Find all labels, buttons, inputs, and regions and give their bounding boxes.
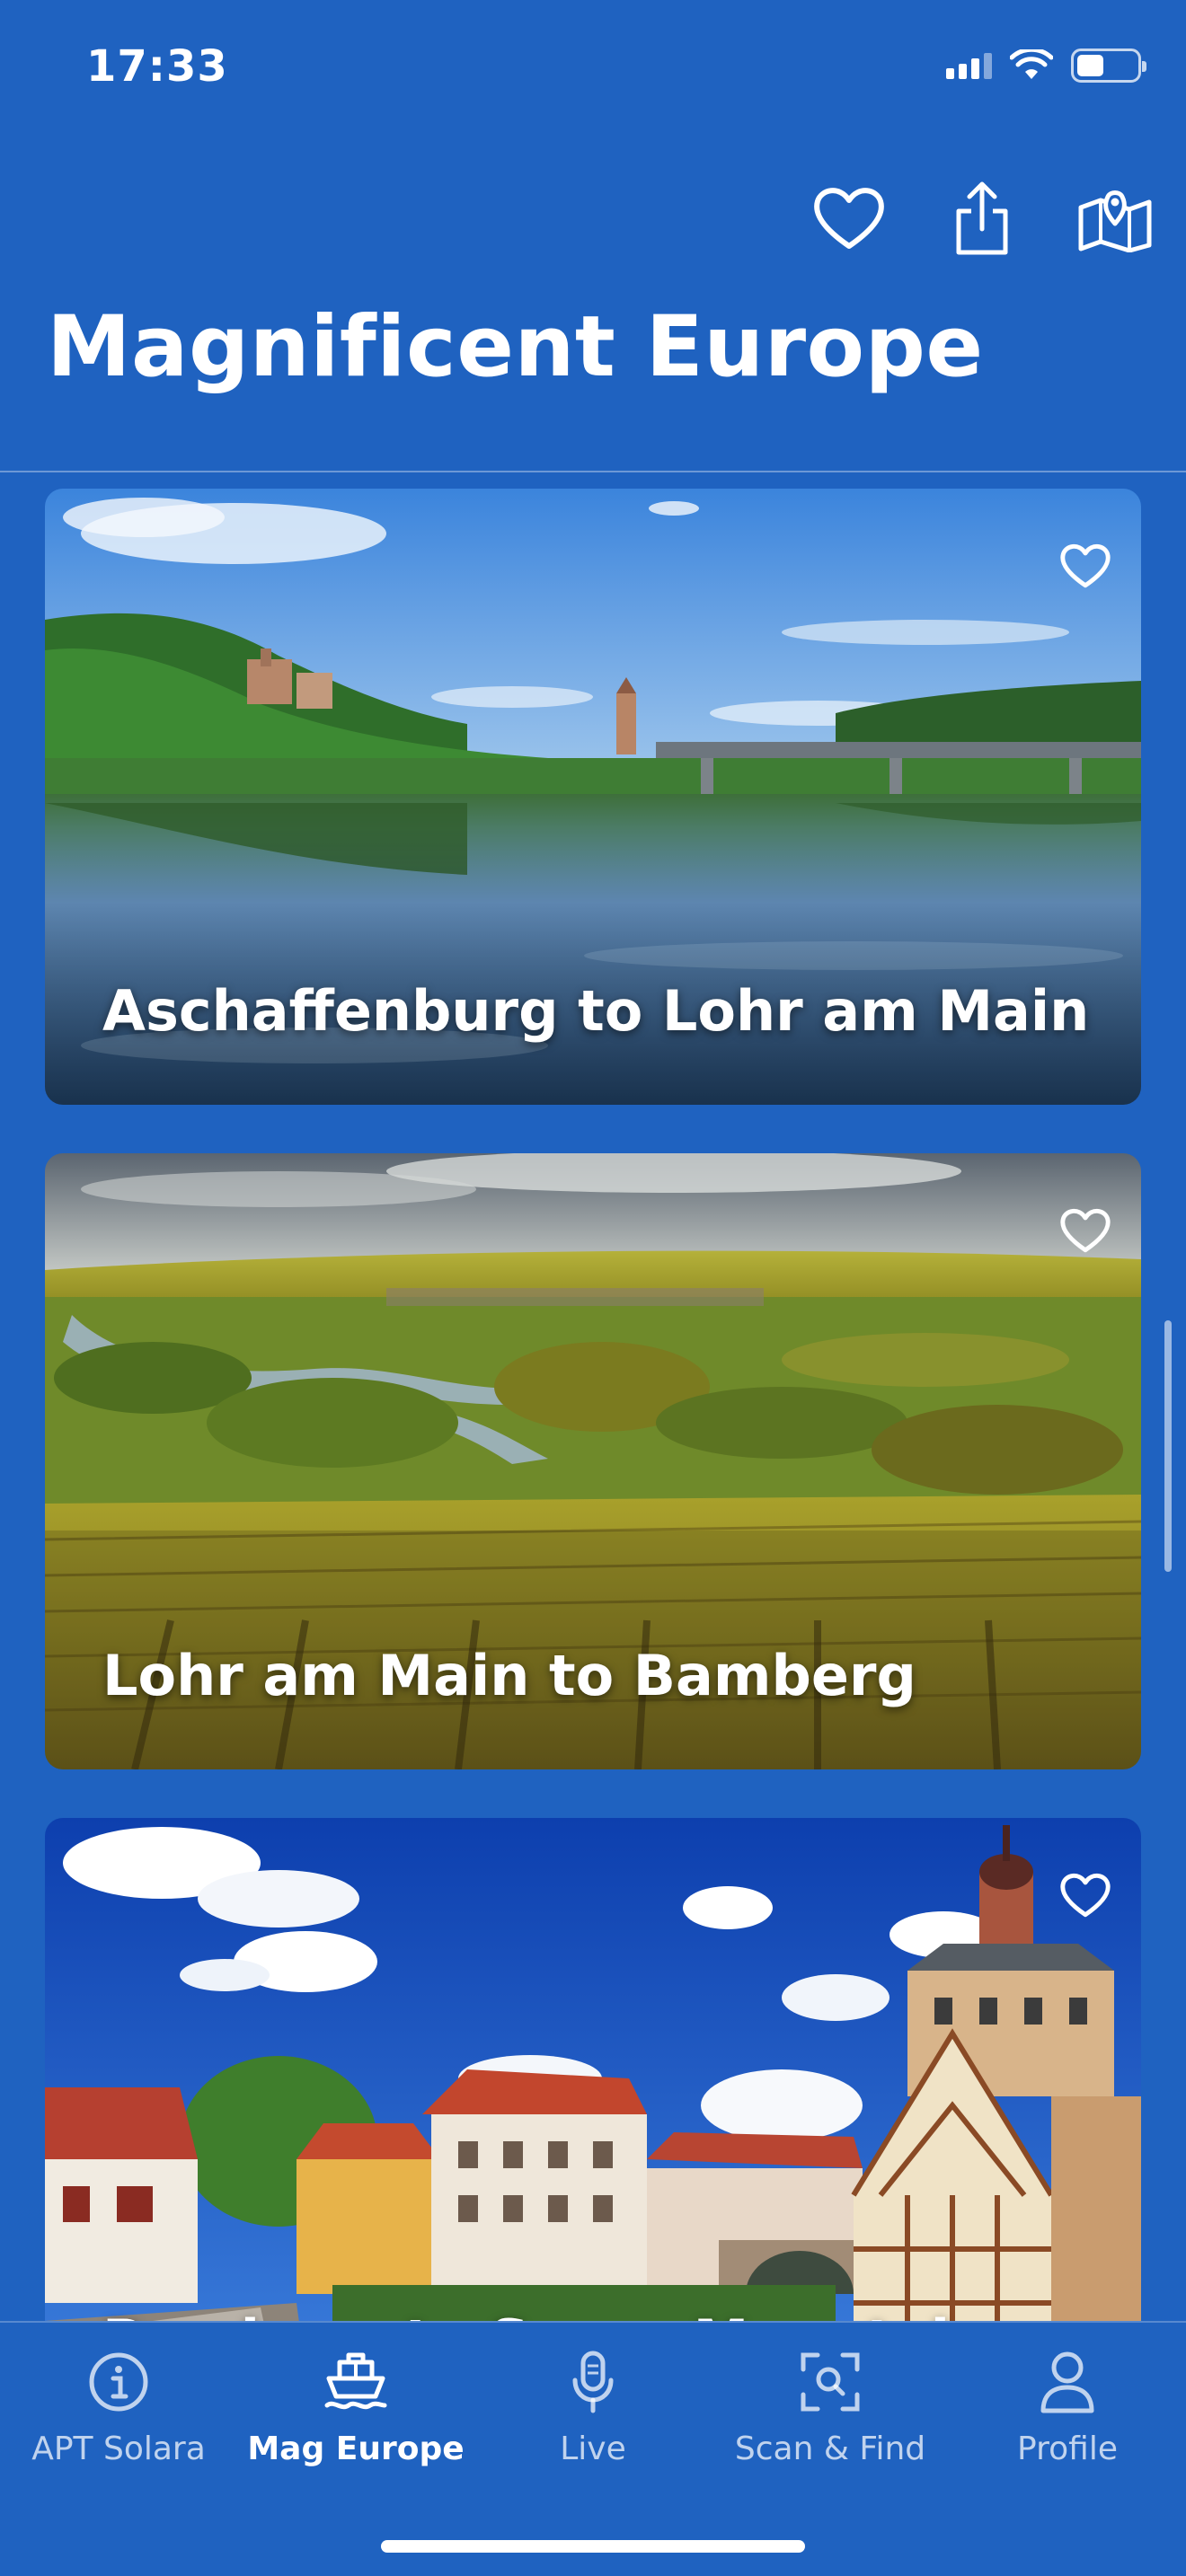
tab-mag-europe[interactable]: Mag Europe — [237, 2341, 474, 2502]
map-button[interactable] — [1075, 178, 1155, 259]
person-icon — [1040, 2351, 1094, 2413]
tab-scan-find[interactable]: Scan & Find — [712, 2341, 949, 2502]
card-title: Aschaffenburg to Lohr am Main — [102, 978, 1090, 1044]
heart-outline-icon — [1060, 543, 1111, 588]
status-bar: 17:33 — [0, 0, 1186, 144]
tab-apt-solara[interactable]: APT Solara — [0, 2341, 237, 2502]
tab-live[interactable]: Live — [474, 2341, 712, 2502]
home-indicator — [381, 2540, 805, 2553]
header-actions — [809, 178, 1155, 259]
card-favorite-button[interactable] — [1053, 1200, 1118, 1261]
itinerary-card[interactable]: Aschaffenburg to Lohr am Main — [45, 489, 1141, 1105]
info-circle-icon — [89, 2352, 148, 2412]
battery-icon — [1071, 49, 1146, 83]
heart-outline-icon — [1060, 1873, 1111, 1918]
page-title: Magnificent Europe — [47, 298, 984, 396]
ship-icon — [324, 2352, 387, 2410]
wifi-icon — [1010, 49, 1053, 79]
tab-bar: APT Solara Mag Europe Live Scan & Find P… — [0, 2321, 1186, 2576]
itinerary-list[interactable]: Aschaffenburg to Lohr am Main Lohr am Ma… — [0, 472, 1186, 2323]
microphone-icon — [572, 2351, 614, 2413]
status-time: 17:33 — [86, 41, 228, 92]
tab-label: Mag Europe — [247, 2430, 465, 2467]
share-icon — [956, 181, 1008, 255]
tab-label: APT Solara — [31, 2430, 206, 2467]
share-button[interactable] — [942, 178, 1022, 259]
tab-label: Live — [560, 2430, 626, 2467]
scroll-indicator[interactable] — [1164, 1320, 1172, 1572]
heart-outline-icon — [814, 188, 884, 249]
status-indicators — [946, 49, 1146, 83]
itinerary-card[interactable]: Lohr am Main to Bamberg — [45, 1153, 1141, 1769]
card-favorite-button[interactable] — [1053, 535, 1118, 596]
map-icon — [1078, 190, 1152, 252]
scan-icon — [801, 2352, 860, 2412]
itinerary-card[interactable]: Bamberg to Sugar Mountain — [45, 1818, 1141, 2323]
tab-profile[interactable]: Profile — [949, 2341, 1186, 2502]
favorite-button[interactable] — [809, 178, 890, 259]
heart-outline-icon — [1060, 1208, 1111, 1253]
old-town-hall-image — [45, 1818, 1141, 2323]
card-favorite-button[interactable] — [1053, 1865, 1118, 1926]
tab-label: Scan & Find — [734, 2430, 926, 2467]
cellular-signal-icon — [946, 52, 992, 79]
card-title: Lohr am Main to Bamberg — [102, 1643, 916, 1708]
tab-label: Profile — [1017, 2430, 1118, 2467]
